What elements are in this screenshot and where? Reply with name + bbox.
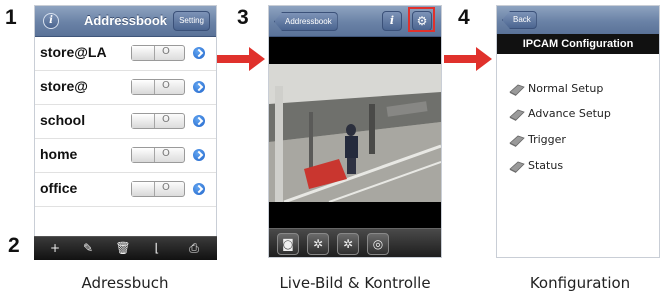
live-view-screen: Addressbook i ⚙ ◙ ✲ ✲ ◎ [268, 5, 442, 258]
chart-icon[interactable]: ⌊ [146, 240, 168, 257]
add-icon[interactable]: + [44, 240, 66, 257]
configuration-screen: Back IPCAM Configuration Normal Setup Ad… [496, 5, 660, 258]
list-item[interactable]: office O [35, 172, 216, 207]
highlight-box [408, 7, 435, 32]
disclosure-icon[interactable] [193, 149, 205, 161]
wrench-icon [509, 109, 525, 121]
toggle-switch[interactable]: O [131, 79, 185, 95]
back-button[interactable]: Back [502, 11, 537, 29]
list-item[interactable]: store@LA O [35, 36, 216, 71]
caption-configuration: Konfiguration [529, 274, 631, 292]
ptz-icon[interactable]: ✲ [337, 233, 359, 255]
toggle-state-label: O [162, 114, 170, 125]
toggle-state-label: O [162, 80, 170, 91]
navigation-bar: i Addressbook Setting [35, 6, 216, 37]
disclosure-icon[interactable] [193, 47, 205, 59]
menu-item-label: Advance Setup [528, 107, 611, 120]
info-icon[interactable]: i [382, 11, 402, 31]
disclosure-icon[interactable] [193, 115, 205, 127]
snapshot-icon[interactable]: ◙ [277, 233, 299, 255]
menu-item-label: Status [528, 159, 564, 172]
navigation-bar: Back [497, 6, 659, 34]
addressbook-screen: i Addressbook Setting store@LA O store@ … [34, 5, 217, 260]
list-item[interactable]: school O [35, 104, 216, 139]
menu-item-label: Normal Setup [528, 82, 604, 95]
toggle-state-label: O [162, 182, 170, 193]
step-number-4: 4 [458, 6, 470, 29]
menu-item-label: Trigger [528, 133, 566, 146]
addressbook-back-button[interactable]: Addressbook [274, 12, 338, 31]
caption-live-view: Live-Bild & Kontrolle [279, 274, 431, 292]
step-number-1: 1 [5, 6, 17, 29]
disclosure-icon[interactable] [193, 81, 205, 93]
entry-label: home [40, 146, 78, 162]
caption-addressbook: Adressbuch [81, 274, 169, 292]
toggle-switch[interactable]: O [131, 147, 185, 163]
page-title: IPCAM Configuration [497, 34, 659, 54]
step-number-3: 3 [237, 6, 249, 29]
export-icon[interactable]: ⎙ [183, 240, 205, 257]
step-number-2: 2 [8, 234, 20, 257]
list-item[interactable]: home O [35, 138, 216, 173]
bottom-toolbar: + ✎ 🗑 ⌊ ⎙ [34, 236, 217, 260]
ring-icon[interactable]: ◎ [367, 233, 389, 255]
edit-icon[interactable]: ✎ [77, 240, 99, 257]
bottom-toolbar: ◙ ✲ ✲ ◎ [269, 228, 441, 257]
setting-button[interactable]: Setting [173, 11, 210, 31]
camera-image [269, 64, 441, 202]
wrench-icon [509, 135, 525, 147]
wrench-icon [509, 161, 525, 173]
toggle-switch[interactable]: O [131, 181, 185, 197]
toggle-state-label: O [162, 148, 170, 159]
arrow-right-1 [217, 47, 265, 71]
control-icon[interactable]: ✲ [307, 233, 329, 255]
navigation-bar: Addressbook i ⚙ [269, 6, 441, 37]
entry-label: store@ [40, 78, 88, 94]
entry-label: office [40, 180, 78, 196]
list-item[interactable]: store@ O [35, 70, 216, 105]
toggle-switch[interactable]: O [131, 113, 185, 129]
entry-label: store@LA [40, 44, 107, 60]
live-video-frame[interactable] [269, 64, 441, 202]
arrow-right-2 [444, 47, 492, 71]
disclosure-icon[interactable] [193, 183, 205, 195]
wrench-icon [509, 84, 525, 96]
toggle-state-label: O [162, 46, 170, 57]
toggle-switch[interactable]: O [131, 45, 185, 61]
trash-icon[interactable]: 🗑 [112, 240, 134, 257]
entry-label: school [40, 112, 86, 128]
